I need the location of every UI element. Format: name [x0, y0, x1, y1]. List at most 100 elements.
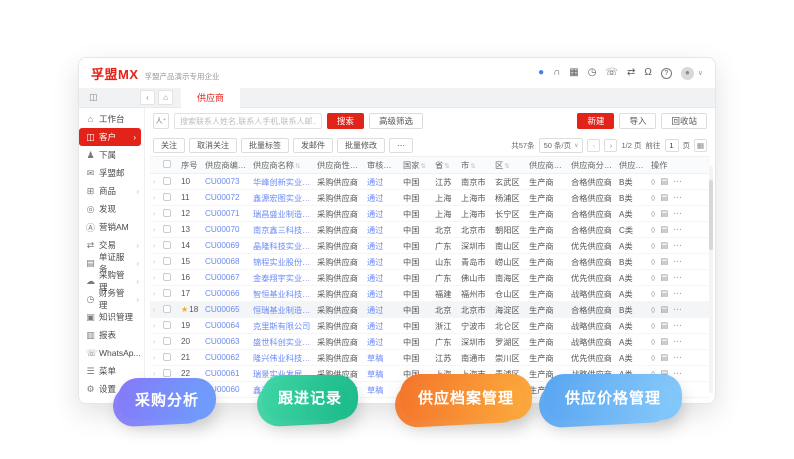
more-icon[interactable]: ⋯ [673, 224, 682, 235]
tag-icon[interactable]: ◊ [651, 353, 655, 363]
detail-icon[interactable]: ▤ [660, 240, 668, 251]
detail-icon[interactable]: ▤ [660, 272, 668, 283]
table-row[interactable]: ›20CU00063盛世科创实业公司采购供应商通过中国广东深圳市罗湖区生产商战略… [150, 334, 710, 350]
row-expand-icon[interactable]: › [153, 371, 155, 378]
row-expand-icon[interactable]: › [153, 259, 155, 266]
float-button-0[interactable]: 采购分析 [118, 378, 216, 420]
row-expand-icon[interactable]: › [153, 323, 155, 330]
sidebar-item-10[interactable]: ◷财务管理› [79, 290, 144, 308]
column-header[interactable]: 国家⇅ [400, 159, 432, 171]
table-row[interactable]: ›14CU00069晶隆科技实业发展...采购供应商通过中国广东深圳市南山区生产… [150, 238, 710, 254]
column-header[interactable]: 审核状态⇅ [364, 159, 400, 171]
detail-icon[interactable]: ▤ [660, 176, 668, 187]
sidebar-item-6[interactable]: Ⓐ营销AM [79, 218, 144, 236]
more-icon[interactable]: ⋯ [673, 336, 682, 347]
detail-icon[interactable]: ▤ [660, 288, 668, 299]
detail-icon[interactable]: ▤ [660, 320, 668, 331]
toolbar-button[interactable]: 取消关注 [189, 138, 237, 153]
column-header[interactable]: 供应商类型⇅ [526, 159, 568, 171]
toolbar-button[interactable]: 批量修改 [337, 138, 385, 153]
sidebar-item-11[interactable]: ▣知识管理 [79, 308, 144, 326]
more-icon[interactable]: ⋯ [673, 176, 682, 187]
sort-icon[interactable]: ⇅ [444, 163, 449, 170]
table-row[interactable]: ›17CU00066智恒基业科技实业采购供应商通过中国福建福州市仓山区生产商战略… [150, 286, 710, 302]
more-actions-button[interactable]: ⋯ [389, 138, 413, 153]
bell-icon[interactable]: Ω [644, 68, 651, 78]
row-checkbox[interactable] [163, 225, 171, 233]
more-icon[interactable]: ⋯ [673, 368, 682, 379]
more-icon[interactable]: ⋯ [673, 288, 682, 299]
detail-icon[interactable]: ▤ [660, 192, 668, 203]
home-icon[interactable]: ⌂ [158, 90, 173, 105]
per-page-select[interactable]: 50 条/页 ∨ [539, 138, 584, 153]
advanced-filter-button[interactable]: 高级筛选 [369, 113, 423, 129]
row-checkbox[interactable] [163, 193, 171, 201]
more-icon[interactable]: ⋯ [673, 208, 682, 219]
tag-icon[interactable]: ◊ [651, 273, 655, 283]
phone-icon[interactable]: ☏ [605, 68, 618, 78]
search-input[interactable] [174, 113, 322, 129]
detail-icon[interactable]: ▤ [660, 256, 668, 267]
row-expand-icon[interactable]: › [153, 307, 155, 314]
column-header[interactable]: 供应商性质⇅ [314, 159, 364, 171]
history-icon[interactable]: ◷ [588, 68, 597, 78]
toolbar-button[interactable]: 批量标签 [241, 138, 289, 153]
row-expand-icon[interactable]: › [153, 243, 155, 250]
row-checkbox[interactable] [163, 321, 171, 329]
table-row[interactable]: ›15CU00068锦程实业股份公司采购供应商通过中国山东青岛市崂山区生产商合格… [150, 254, 710, 270]
row-expand-icon[interactable]: › [153, 339, 155, 346]
new-button[interactable]: 新建 [577, 113, 614, 129]
table-row[interactable]: ›19CU00064克里斯有限公司采购供应商通过中国浙江宁波市北仑区生产商战略供… [150, 318, 710, 334]
select-all-checkbox[interactable] [163, 160, 171, 168]
row-checkbox[interactable] [163, 241, 171, 249]
sidebar-item-12[interactable]: ▥报表 [79, 326, 144, 344]
workflow-icon[interactable]: ⇄ [627, 68, 635, 78]
sidebar-item-1[interactable]: ◫客户› [79, 128, 141, 146]
prev-page-button[interactable]: ‹ [587, 139, 600, 152]
row-expand-icon[interactable]: › [153, 179, 155, 186]
detail-icon[interactable]: ▤ [660, 336, 668, 347]
table-row[interactable]: ›★18CU00065恒瑞基业制造有限...采购供应商通过中国北京北京市海淀区生… [150, 302, 710, 318]
tag-icon[interactable]: ◊ [651, 321, 655, 331]
table-row[interactable]: ›10CU00073华峰创新实业有限...采购供应商通过中国江苏南京市玄武区生产… [150, 174, 710, 190]
back-icon[interactable]: ‹ [140, 90, 155, 105]
tag-icon[interactable]: ◊ [651, 257, 655, 267]
float-button-3[interactable]: 供应价格管理 [544, 374, 682, 420]
row-checkbox[interactable] [163, 209, 171, 217]
detail-icon[interactable]: ▤ [660, 224, 668, 235]
column-header[interactable]: 区⇅ [492, 159, 526, 171]
float-button-2[interactable]: 供应档案管理 [400, 374, 532, 420]
toolbar-button[interactable]: 关注 [153, 138, 185, 153]
sidebar-item-13[interactable]: ☏WhatsAp...› [79, 344, 144, 362]
more-icon[interactable]: ⋯ [673, 320, 682, 331]
row-checkbox[interactable] [163, 305, 171, 313]
sort-icon[interactable]: ⇅ [470, 163, 475, 170]
row-checkbox[interactable] [163, 273, 171, 281]
goto-page-input[interactable] [665, 139, 679, 152]
sidebar-item-3[interactable]: ✉孚盟邮 [79, 164, 144, 182]
row-expand-icon[interactable]: › [153, 275, 155, 282]
sidebar-item-2[interactable]: ♟下属 [79, 146, 144, 164]
row-expand-icon[interactable]: › [153, 355, 155, 362]
more-icon[interactable]: ⋯ [673, 272, 682, 283]
tag-icon[interactable]: ◊ [651, 305, 655, 315]
toolbar-button[interactable]: 发邮件 [293, 138, 333, 153]
row-checkbox[interactable] [163, 337, 171, 345]
tag-icon[interactable]: ◊ [651, 209, 655, 219]
table-row[interactable]: ›16CU00067金泰翔宇实业集团采购供应商通过中国广东佛山市南海区生产商优先… [150, 270, 710, 286]
row-expand-icon[interactable]: › [153, 195, 155, 202]
row-checkbox[interactable] [163, 289, 171, 297]
table-row[interactable]: ›21CU00062隆兴伟业科技实业采购供应商草稿中国江苏南通市崇川区生产商优先… [150, 350, 710, 366]
more-icon[interactable]: ⋯ [673, 352, 682, 363]
tag-icon[interactable]: ◊ [651, 177, 655, 187]
sort-icon[interactable]: ⇅ [295, 163, 300, 170]
more-icon[interactable]: ⋯ [673, 192, 682, 203]
row-expand-icon[interactable]: › [153, 227, 155, 234]
help-icon[interactable]: ? [661, 68, 672, 79]
column-header[interactable]: 供应商编号⇅ [202, 159, 250, 171]
row-expand-icon[interactable]: › [153, 211, 155, 218]
headset-icon[interactable]: ∩ [553, 68, 560, 78]
scrollbar[interactable] [709, 166, 713, 393]
apps-grid-icon[interactable]: ▦ [569, 68, 578, 78]
column-header[interactable]: 供应商名称⇅ [250, 159, 314, 171]
